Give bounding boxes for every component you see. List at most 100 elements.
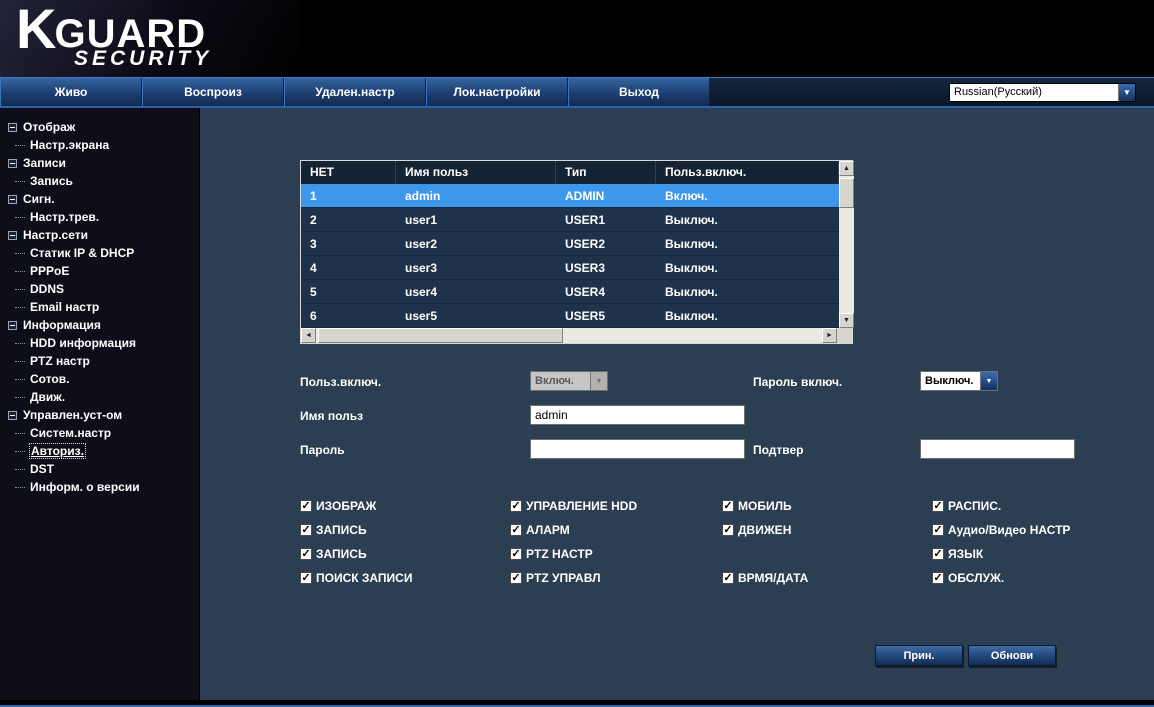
checkbox-checked-icon: ✓ [722, 572, 734, 584]
logo-security: SECURITY [74, 47, 213, 71]
nav-item-local-settings[interactable]: Лок.настройки [426, 78, 568, 106]
sidebar-item-record[interactable]: Запись [0, 172, 199, 190]
permission-checkbox-mobile[interactable]: ✓ МОБИЛЬ [722, 499, 932, 513]
sidebar-item-pppoe[interactable]: PPPoE [0, 262, 199, 280]
permission-checkbox-ptz-settings[interactable]: ✓ PTZ НАСТР [510, 547, 722, 561]
horizontal-scrollbar[interactable]: ◄ ► [301, 328, 852, 343]
sidebar-item-screen-settings[interactable]: Настр.экрана [0, 136, 199, 154]
permission-checkbox-motion[interactable]: ✓ ДВИЖЕН [722, 523, 932, 537]
sidebar-item-information[interactable]: Информация [0, 316, 199, 334]
navbar: Живо Воспроиз Удален.настр Лок.настройки… [0, 77, 1154, 108]
permissions-grid: ✓ ИЗОБРАЖ ✓ УПРАВЛЕНИЕ HDD ✓ МОБИЛЬ ✓ РАСПИС… [300, 494, 1154, 590]
sidebar-item-records[interactable]: Записи [0, 154, 199, 172]
table-row[interactable]: 2 user1 USER1 Выключ. [301, 208, 839, 232]
checkbox-checked-icon: ✓ [932, 524, 944, 536]
sidebar-item-motion[interactable]: Движ. [0, 388, 199, 406]
confirm-password-input[interactable] [920, 439, 1075, 459]
scroll-down-icon[interactable]: ▼ [839, 313, 854, 328]
permission-checkbox-language[interactable]: ✓ ЯЗЫК [932, 547, 1154, 561]
nav-menu: Живо Воспроиз Удален.настр Лок.настройки… [0, 78, 710, 106]
users-table: НЕТ Имя польз Тип Польз.включ. 1 admin A… [300, 160, 854, 344]
nav-right: Russian(Русский) ▼ [710, 78, 1154, 106]
chevron-down-icon[interactable]: ▼ [1118, 83, 1135, 101]
chevron-down-icon[interactable]: ▼ [980, 372, 997, 390]
permission-checkbox-record-search[interactable]: ✓ ПОИСК ЗАПИСИ [300, 571, 510, 585]
sidebar-item-display[interactable]: Отображ [0, 118, 199, 136]
nav-item-exit[interactable]: Выход [568, 78, 710, 106]
sidebar-item-mobile[interactable]: Сотов. [0, 370, 199, 388]
footer-bar [0, 700, 1154, 707]
sidebar-tree: Отображ Настр.экрана Записи Запись Сигн.… [0, 108, 200, 700]
user-enable-select[interactable]: Включ. ▼ [530, 371, 608, 391]
checkbox-checked-icon: ✓ [510, 500, 522, 512]
chevron-down-icon: ▼ [590, 372, 607, 390]
collapse-icon[interactable] [8, 194, 17, 204]
vertical-scroll-thumb[interactable] [839, 178, 854, 208]
content: Отображ Настр.экрана Записи Запись Сигн.… [0, 108, 1154, 700]
scroll-left-icon[interactable]: ◄ [301, 328, 316, 343]
collapse-icon[interactable] [8, 122, 17, 132]
password-label: Пароль [300, 443, 345, 457]
table-row[interactable]: 6 user5 USER5 Выключ. [301, 304, 839, 328]
nav-item-playback[interactable]: Воспроиз [142, 78, 284, 106]
checkbox-checked-icon: ✓ [932, 572, 944, 584]
horizontal-scroll-thumb[interactable] [318, 328, 563, 343]
permission-checkbox-record[interactable]: ✓ ЗАПИСЬ [300, 523, 510, 537]
nav-item-remote-settings[interactable]: Удален.настр [284, 78, 426, 106]
username-input[interactable] [530, 405, 745, 425]
password-input[interactable] [530, 439, 745, 459]
table-header-row: НЕТ Имя польз Тип Польз.включ. [301, 161, 839, 184]
checkbox-checked-icon: ✓ [722, 524, 734, 536]
permission-checkbox-maintenance[interactable]: ✓ ОБСЛУЖ. [932, 571, 1154, 585]
username-label: Имя польз [300, 409, 364, 423]
language-value: Russian(Русский) [954, 85, 1042, 98]
table-row[interactable]: 3 user2 USER2 Выключ. [301, 232, 839, 256]
permission-checkbox-audio-video[interactable]: ✓ Аудио/Видео НАСТР [932, 523, 1154, 537]
scrollbar-corner [837, 328, 852, 343]
checkbox-checked-icon: ✓ [932, 548, 944, 560]
scroll-right-icon[interactable]: ► [822, 328, 837, 343]
sidebar-item-version-info[interactable]: Информ. о версии [0, 478, 199, 496]
permission-checkbox-hdd-management[interactable]: ✓ УПРАВЛЕНИЕ HDD [510, 499, 722, 513]
sidebar-item-hdd-info[interactable]: HDD информация [0, 334, 199, 352]
apply-button[interactable]: Прин. [875, 645, 963, 666]
sidebar-item-system-settings[interactable]: Систем.настр [0, 424, 199, 442]
user-enable-label: Польз.включ. [300, 375, 382, 389]
collapse-icon[interactable] [8, 410, 17, 420]
password-enable-select[interactable]: Выключ. ▼ [920, 371, 998, 391]
language-select[interactable]: Russian(Русский) ▼ [949, 82, 1136, 102]
permission-checkbox-alarm[interactable]: ✓ АЛАРМ [510, 523, 722, 537]
collapse-icon[interactable] [8, 158, 17, 168]
sidebar-item-static-ip-dhcp[interactable]: Статик IP & DHCP [0, 244, 199, 262]
permission-checkbox-time-date[interactable]: ✓ ВРМЯ/ДАТА [722, 571, 932, 585]
table-row[interactable]: 1 admin ADMIN Включ. [301, 184, 839, 208]
logo-k: K [16, 0, 56, 60]
sidebar-item-email[interactable]: Email настр [0, 298, 199, 316]
permission-checkbox-record2[interactable]: ✓ ЗАПИСЬ [300, 547, 510, 561]
permission-checkbox-schedule[interactable]: ✓ РАСПИС. [932, 499, 1154, 513]
sidebar-item-network[interactable]: Настр.сети [0, 226, 199, 244]
confirm-label: Подтвер [753, 443, 804, 457]
collapse-icon[interactable] [8, 230, 17, 240]
collapse-icon[interactable] [8, 320, 17, 330]
scroll-up-icon[interactable]: ▲ [839, 161, 854, 176]
checkbox-checked-icon: ✓ [510, 548, 522, 560]
sidebar-item-dst[interactable]: DST [0, 460, 199, 478]
table-row[interactable]: 4 user3 USER3 Выключ. [301, 256, 839, 280]
refresh-button[interactable]: Обнови [968, 645, 1056, 666]
table-row[interactable]: 5 user4 USER4 Выключ. [301, 280, 839, 304]
permission-checkbox-display[interactable]: ✓ ИЗОБРАЖ [300, 499, 510, 513]
checkbox-checked-icon: ✓ [300, 572, 312, 584]
sidebar-item-alarm[interactable]: Сигн. [0, 190, 199, 208]
sidebar-item-ptz-settings[interactable]: PTZ настр [0, 352, 199, 370]
kguard-logo: K GUARD SECURITY [16, 0, 213, 71]
sidebar-item-device-management[interactable]: Управлен.уст-ом [0, 406, 199, 424]
permission-checkbox-ptz-control[interactable]: ✓ PTZ УПРАВЛ [510, 571, 722, 585]
checkbox-checked-icon: ✓ [932, 500, 944, 512]
vertical-scrollbar[interactable]: ▲ ▼ [839, 161, 854, 328]
checkbox-checked-icon: ✓ [510, 572, 522, 584]
nav-item-live[interactable]: Живо [0, 78, 142, 106]
sidebar-item-ddns[interactable]: DDNS [0, 280, 199, 298]
sidebar-item-authorization[interactable]: Авториз. [0, 442, 199, 460]
sidebar-item-alarm-settings[interactable]: Настр.трев. [0, 208, 199, 226]
